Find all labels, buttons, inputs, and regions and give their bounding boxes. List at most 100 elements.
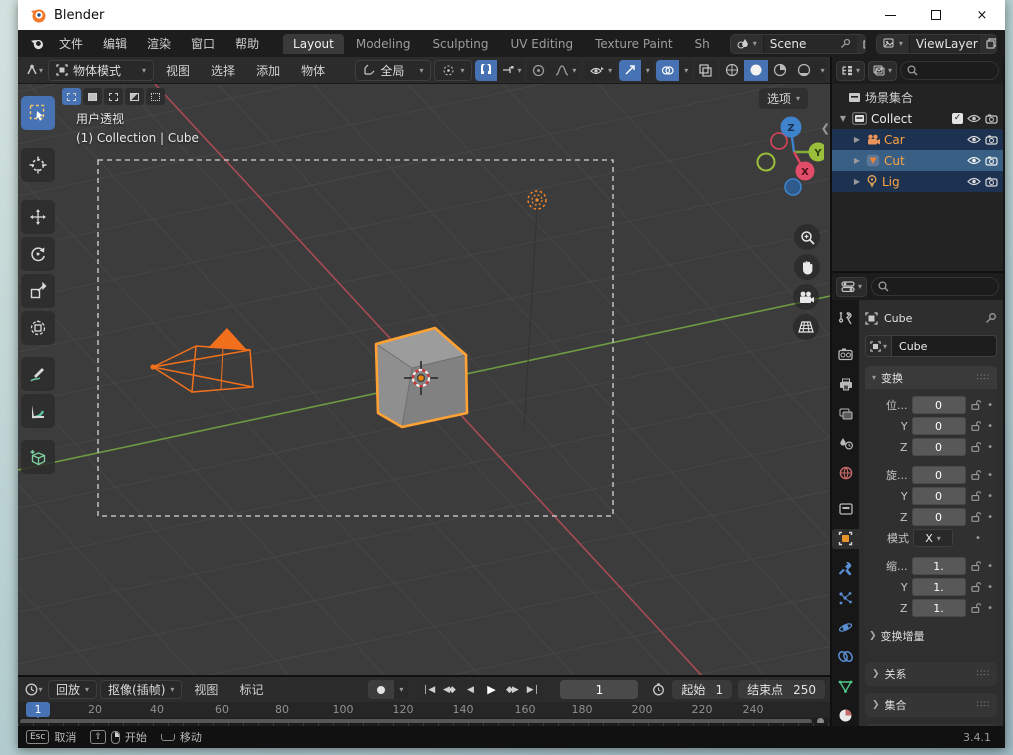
shading-solid-button[interactable] bbox=[743, 59, 768, 81]
tab-object-data[interactable] bbox=[832, 676, 859, 697]
disclosure-triangle[interactable]: ▶ bbox=[852, 135, 862, 144]
tab-modifiers[interactable] bbox=[832, 558, 859, 579]
outliner-row-light[interactable]: ▶ Lig bbox=[832, 171, 1003, 192]
hide-eye-icon[interactable] bbox=[967, 177, 981, 186]
viewlayer-browse-button[interactable]: ▾ bbox=[876, 34, 910, 53]
hide-eye-icon[interactable] bbox=[967, 156, 981, 165]
select-subtract-button[interactable] bbox=[104, 88, 123, 105]
location-z-input[interactable]: 0 bbox=[911, 438, 966, 456]
current-frame-field[interactable]: 1 bbox=[560, 680, 639, 699]
tool-select-box[interactable] bbox=[21, 96, 55, 130]
tool-cursor[interactable] bbox=[21, 148, 55, 182]
lock-icon[interactable] bbox=[970, 602, 982, 614]
tool-transform[interactable] bbox=[21, 311, 55, 345]
pivot-point-selector[interactable]: ▾ bbox=[434, 59, 473, 81]
select-extend-button[interactable] bbox=[83, 88, 102, 105]
collections-panel-header[interactable]: ❯ 集合 ∷∷ bbox=[865, 693, 997, 717]
viewport-menu-object[interactable]: 物体 bbox=[292, 60, 334, 81]
editor-type-icon[interactable]: ▾ bbox=[23, 60, 45, 81]
transform-panel-header[interactable]: ▾ 变换 ∷∷ bbox=[865, 366, 997, 389]
animate-dot[interactable]: • bbox=[987, 561, 993, 572]
close-button[interactable]: × bbox=[959, 0, 1005, 30]
tab-render[interactable] bbox=[832, 345, 859, 366]
lock-icon[interactable] bbox=[970, 469, 982, 481]
tab-constraints[interactable] bbox=[832, 647, 859, 668]
tool-scale[interactable] bbox=[21, 274, 55, 308]
disclosure-triangle[interactable]: ▼ bbox=[838, 114, 848, 123]
animate-dot[interactable]: • bbox=[987, 400, 993, 411]
keying-set-dropdown[interactable]: ▾ bbox=[394, 680, 408, 699]
delta-transform-subpanel[interactable]: ❯ 变换增量 bbox=[869, 626, 993, 646]
select-intersect-button[interactable] bbox=[146, 88, 165, 105]
tool-rotate[interactable] bbox=[21, 237, 55, 271]
scale-y-input[interactable]: 1. bbox=[911, 578, 966, 596]
render-camera-icon[interactable] bbox=[985, 135, 998, 145]
jump-to-end-button[interactable]: ▶❘ bbox=[522, 680, 543, 700]
outliner-editor-type-icon[interactable]: ▾ bbox=[836, 60, 866, 81]
tab-output[interactable] bbox=[832, 374, 859, 395]
pin-id-icon[interactable] bbox=[985, 312, 997, 324]
navigation-gizmo[interactable]: Z Y X bbox=[754, 108, 824, 218]
tool-measure[interactable] bbox=[21, 394, 55, 428]
render-camera-icon[interactable] bbox=[985, 156, 998, 166]
relations-panel-header[interactable]: ❯ 关系 ∷∷ bbox=[865, 662, 997, 686]
viewport-3d[interactable]: 选项 ▾ 用户透视 (1) Collection | Cube Z Y X ❮ bbox=[18, 84, 830, 675]
rotation-x-input[interactable]: 0 bbox=[911, 466, 966, 484]
scale-z-input[interactable]: 1. bbox=[911, 599, 966, 617]
animate-dot[interactable]: • bbox=[987, 421, 993, 432]
tool-add-cube[interactable] bbox=[21, 440, 55, 474]
workspace-tab-sculpting[interactable]: Sculpting bbox=[422, 34, 498, 54]
timeline-markers-menu[interactable]: 标记 bbox=[230, 679, 272, 700]
overlays-toggle[interactable] bbox=[656, 59, 680, 81]
visibility-dropdown[interactable]: ▾ bbox=[585, 60, 616, 81]
tab-material[interactable] bbox=[832, 706, 859, 727]
camera-view-button[interactable] bbox=[793, 284, 819, 310]
shading-rendered-button[interactable] bbox=[792, 60, 816, 81]
tab-collection[interactable] bbox=[832, 499, 859, 520]
blender-menu-icon[interactable] bbox=[26, 33, 48, 54]
rotation-z-input[interactable]: 0 bbox=[911, 508, 966, 526]
playhead-frame-badge[interactable]: 1 bbox=[26, 702, 50, 717]
outliner-row-camera[interactable]: ▶ Car bbox=[832, 129, 1003, 150]
object-name-input[interactable]: Cube bbox=[892, 335, 997, 357]
gizmo-dropdown[interactable]: ▾ bbox=[641, 60, 653, 81]
hide-eye-icon[interactable] bbox=[967, 135, 981, 144]
overlays-dropdown[interactable]: ▾ bbox=[679, 60, 691, 81]
rotation-y-input[interactable]: 0 bbox=[911, 487, 966, 505]
tab-scene[interactable] bbox=[832, 433, 859, 454]
properties-search-input[interactable] bbox=[871, 277, 999, 296]
animate-dot[interactable]: • bbox=[987, 603, 993, 614]
pin-icon[interactable] bbox=[834, 35, 857, 53]
lock-icon[interactable] bbox=[970, 490, 982, 502]
select-invert-button[interactable] bbox=[125, 88, 144, 105]
gizmo-toggle[interactable] bbox=[618, 59, 641, 81]
scene-browse-button[interactable]: ▾ bbox=[730, 34, 764, 53]
playback-menu[interactable]: 回放 ▾ bbox=[48, 680, 98, 699]
timeline-ruler[interactable]: 1 20 40 60 80 100 120 140 160 180 200 22… bbox=[18, 702, 830, 726]
options-dropdown[interactable]: 选项 ▾ bbox=[758, 88, 808, 109]
timeline-editor-type-icon[interactable]: ▾ bbox=[23, 679, 45, 700]
pan-view-button[interactable] bbox=[794, 254, 820, 280]
snap-toggle[interactable] bbox=[475, 59, 498, 81]
animate-dot[interactable]: • bbox=[987, 470, 993, 481]
maximize-button[interactable] bbox=[913, 0, 959, 30]
tool-move[interactable] bbox=[21, 200, 55, 234]
workspace-tab-uv-editing[interactable]: UV Editing bbox=[500, 34, 583, 54]
location-y-input[interactable]: 0 bbox=[911, 417, 966, 435]
workspace-tab-layout[interactable]: Layout bbox=[283, 33, 344, 54]
hide-eye-icon[interactable] bbox=[967, 114, 981, 123]
new-scene-button[interactable] bbox=[856, 34, 865, 53]
tab-object[interactable] bbox=[832, 528, 859, 549]
record-button[interactable] bbox=[368, 680, 395, 699]
select-set-button[interactable] bbox=[62, 88, 81, 105]
shading-material-button[interactable] bbox=[768, 60, 792, 81]
viewport-menu-add[interactable]: 添加 bbox=[247, 60, 289, 81]
tab-tool[interactable] bbox=[832, 308, 859, 329]
end-frame-value[interactable]: 250 bbox=[793, 683, 816, 697]
shading-dropdown[interactable]: ▾ bbox=[816, 60, 825, 81]
workspace-tab-texture-paint[interactable]: Texture Paint bbox=[585, 34, 682, 54]
menu-help[interactable]: 帮助 bbox=[226, 33, 268, 54]
lock-icon[interactable] bbox=[970, 441, 982, 453]
jump-to-start-button[interactable]: ❘◀ bbox=[417, 680, 438, 700]
play-button[interactable]: ▶ bbox=[480, 680, 501, 700]
